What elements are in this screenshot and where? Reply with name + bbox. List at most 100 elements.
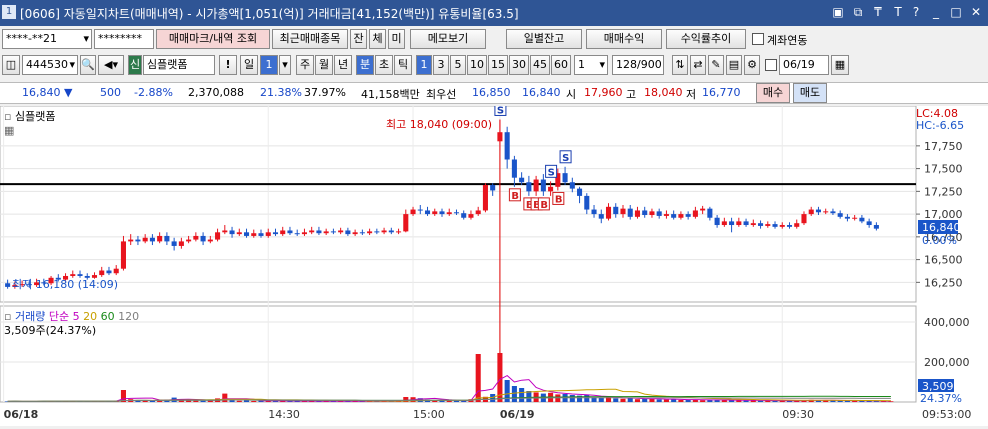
period-week-button[interactable]: 주 bbox=[296, 55, 314, 75]
date-checkbox[interactable] bbox=[765, 59, 777, 71]
minute-60-button[interactable]: 60 bbox=[551, 55, 571, 75]
minute-15-button[interactable]: 15 bbox=[488, 55, 508, 75]
save-icon[interactable]: ▤ bbox=[726, 55, 742, 75]
candle-body bbox=[439, 211, 445, 215]
candle-body bbox=[258, 233, 264, 236]
minimize-icon[interactable]: _ bbox=[928, 4, 944, 20]
font-icon[interactable]: T bbox=[890, 4, 906, 20]
candle-body bbox=[649, 211, 655, 216]
sell-button[interactable]: 매도 bbox=[793, 83, 827, 103]
search-icon[interactable]: 🔍 bbox=[80, 55, 96, 75]
executed-button[interactable]: 체 bbox=[369, 29, 386, 49]
candle-body bbox=[685, 214, 691, 217]
indicator-icon[interactable]: ⇅ bbox=[672, 55, 688, 75]
minute-30-button[interactable]: 30 bbox=[509, 55, 529, 75]
volume-bar bbox=[569, 395, 575, 402]
memo-button[interactable]: 메모보기 bbox=[410, 29, 486, 49]
candle-body bbox=[149, 237, 155, 242]
candle-body bbox=[120, 241, 126, 269]
copy-icon[interactable]: ⧉ bbox=[850, 4, 866, 20]
count-input[interactable]: 128/900 bbox=[612, 55, 664, 75]
maximize-icon[interactable]: □ bbox=[948, 4, 964, 20]
period-minute-button[interactable]: 분 bbox=[356, 55, 374, 75]
candle-body bbox=[446, 212, 452, 215]
volume-bar bbox=[251, 401, 257, 402]
candle-body bbox=[323, 231, 329, 234]
chart-svg[interactable]: SBB B BSBS 17,75017,50017,25017,00016,7501… bbox=[0, 102, 988, 426]
best-bid: 16,840 bbox=[522, 86, 561, 99]
period-month-button[interactable]: 월 bbox=[315, 55, 333, 75]
candle-body bbox=[504, 132, 510, 160]
candle-body bbox=[786, 225, 793, 227]
interval-select[interactable]: 1 ▾ bbox=[574, 55, 608, 75]
draw-icon[interactable]: ✎ bbox=[708, 55, 724, 75]
price-tick-label: 17,750 bbox=[924, 140, 963, 153]
period-tick-button[interactable]: 틱 bbox=[394, 55, 412, 75]
ma120-label: 120 bbox=[118, 310, 140, 323]
time-tick-label: 15:00 bbox=[413, 408, 445, 421]
candle-body bbox=[243, 232, 250, 236]
candle-body bbox=[330, 231, 336, 233]
profit-trend-button[interactable]: 수익률추이 bbox=[666, 29, 746, 49]
candle-body bbox=[178, 241, 184, 246]
buy-button[interactable]: 매수 bbox=[756, 83, 790, 103]
window-icon[interactable]: ▣ bbox=[830, 4, 846, 20]
candle-body bbox=[526, 182, 532, 192]
period-value[interactable]: 1 bbox=[260, 55, 278, 75]
table-icon[interactable]: ▦ bbox=[4, 124, 14, 137]
high-label: 고 bbox=[626, 88, 637, 101]
volume-bar bbox=[656, 399, 662, 402]
volume-bar bbox=[649, 399, 655, 402]
price-panel-tab[interactable]: ▫ 심플랫폼 bbox=[4, 108, 55, 124]
minute-3-button[interactable]: 3 bbox=[433, 55, 449, 75]
compare-icon[interactable]: ⇄ bbox=[690, 55, 706, 75]
calendar-icon[interactable]: ▦ bbox=[831, 55, 849, 75]
ma60-label: 60 bbox=[100, 310, 115, 323]
minute-10-button[interactable]: 10 bbox=[467, 55, 487, 75]
account-value: ****-**21 bbox=[6, 32, 57, 45]
candle-body bbox=[866, 221, 872, 226]
help-icon[interactable]: ? bbox=[908, 4, 924, 20]
minute-45-button[interactable]: 45 bbox=[530, 55, 550, 75]
recent-stocks-button[interactable]: 최근매매종목 bbox=[272, 29, 348, 49]
period-second-button[interactable]: 초 bbox=[375, 55, 393, 75]
close-icon[interactable]: ✕ bbox=[968, 4, 984, 20]
minute-5-button[interactable]: 5 bbox=[450, 55, 466, 75]
period-year-button[interactable]: 년 bbox=[334, 55, 352, 75]
speaker-icon[interactable]: ◀▾ bbox=[98, 55, 124, 75]
period-day-button[interactable]: 일 bbox=[240, 55, 258, 75]
price-tick-label: 17,000 bbox=[924, 208, 963, 221]
password-field[interactable]: ******** bbox=[94, 29, 154, 49]
volume-bar bbox=[685, 399, 691, 402]
trade-mark-query-button[interactable]: 매매마크/내역 조회 bbox=[156, 29, 270, 49]
trade-profit-button[interactable]: 매매수익 bbox=[586, 29, 662, 49]
account-link-checkbox[interactable] bbox=[752, 33, 764, 45]
stock-code-input[interactable]: 444530 ▾ bbox=[22, 55, 78, 75]
candle-body bbox=[215, 232, 221, 240]
gear-icon[interactable]: ⚙ bbox=[744, 55, 760, 75]
alert-icon[interactable]: ! bbox=[219, 55, 237, 75]
candle-body bbox=[287, 230, 293, 234]
candle-body bbox=[236, 232, 242, 235]
buy-marker-label: B bbox=[511, 191, 519, 202]
candle-body bbox=[627, 208, 633, 217]
stock-name-field[interactable]: 심플랫폼 bbox=[143, 55, 215, 75]
candle-body bbox=[736, 221, 742, 226]
layout-icon[interactable]: ◫ bbox=[2, 55, 20, 75]
candle-body bbox=[381, 230, 387, 233]
chart-area[interactable]: SBBBBSBS 17,750 17,500 17,250 17,000 16,750 1… bbox=[0, 102, 988, 426]
candle-body bbox=[656, 211, 662, 216]
account-select[interactable]: ****-**21 ▾ bbox=[2, 29, 92, 49]
chevron-down-icon[interactable]: ▾ bbox=[279, 55, 291, 75]
volume-bar bbox=[519, 388, 525, 402]
unexecuted-button[interactable]: 미 bbox=[388, 29, 405, 49]
date-input[interactable]: 06/19 bbox=[779, 55, 829, 75]
candle-body bbox=[758, 223, 764, 226]
volume-total: 2,370,088 bbox=[188, 86, 244, 99]
daily-balance-button[interactable]: 일별잔고 bbox=[506, 29, 582, 49]
candle-body bbox=[403, 214, 409, 232]
low-price: 16,770 bbox=[702, 86, 741, 99]
balance-button[interactable]: 잔 bbox=[350, 29, 367, 49]
pin-icon[interactable]: ₸ bbox=[870, 4, 886, 20]
minute-1-button[interactable]: 1 bbox=[416, 55, 432, 75]
